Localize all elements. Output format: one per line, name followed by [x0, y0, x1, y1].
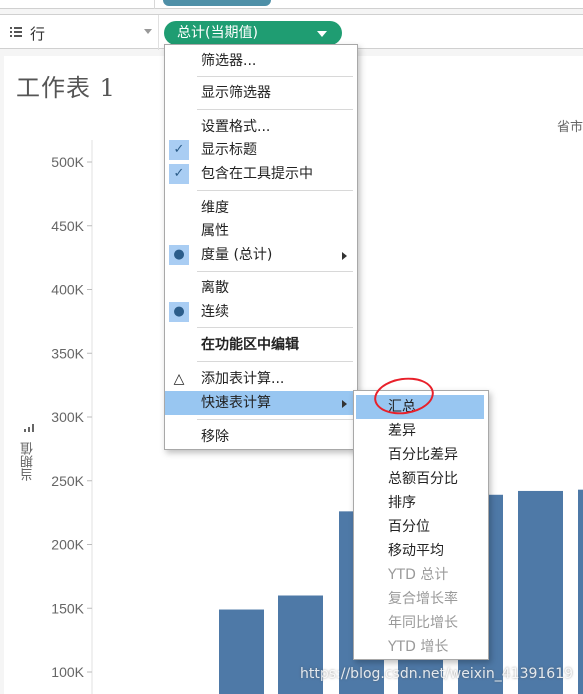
menu-item-label: 属性 [201, 223, 229, 239]
checkmark-icon: ✓ [169, 164, 189, 184]
menu-item-label: 显示筛选器 [201, 85, 271, 101]
submenu-item-label: 年同比增长 [388, 615, 458, 631]
submenu-item: YTD 总计 [354, 563, 488, 587]
y-tick-label: 500K [51, 154, 84, 170]
menu-separator [197, 109, 353, 110]
submenu-item[interactable]: 百分比差异 [354, 443, 488, 467]
y-tick-label: 250K [51, 473, 84, 489]
y-axis-title: 当期值 [21, 442, 36, 481]
menu-item[interactable]: ✓ 包含在工具提示中 [165, 162, 357, 186]
y-tick-label: 200K [51, 537, 84, 553]
submenu-item-label: YTD 总计 [388, 567, 449, 583]
menu-item-label: 度量 (总计) [201, 247, 273, 263]
submenu-item-label: 差异 [388, 423, 416, 439]
submenu-item: 复合增长率 [354, 587, 488, 611]
menu-item[interactable]: ✓ 显示标题 [165, 138, 357, 162]
menu-item[interactable]: △ 添加表计算... [165, 367, 357, 391]
menu-item-label: 快速表计算 [201, 395, 271, 411]
submenu-item-label: YTD 增长 [388, 639, 449, 655]
menu-separator [197, 327, 353, 328]
menu-item[interactable]: ● 连续 [165, 300, 357, 324]
menu-item[interactable]: ● 度量 (总计) [165, 243, 357, 267]
y-tick-label: 450K [51, 218, 84, 234]
submenu-arrow-icon [342, 400, 347, 408]
radio-dot-icon: ● [169, 245, 189, 265]
y-tick-label: 350K [51, 345, 84, 361]
bar[interactable] [219, 609, 264, 694]
menu-item[interactable]: 设置格式... [165, 115, 357, 139]
submenu-item: YTD 增长 [354, 635, 488, 659]
submenu-item[interactable]: 百分位 [354, 515, 488, 539]
y-tick-label: 150K [51, 600, 84, 616]
menu-item-label: 移除 [201, 429, 229, 445]
menu-item[interactable]: 离散 [165, 276, 357, 300]
menu-item-label: 设置格式... [201, 119, 271, 135]
menu-item-label: 筛选器... [201, 53, 257, 69]
pill-context-menu: 筛选器... 显示筛选器设置格式... ✓ 显示标题 ✓ 包含在工具提示中 维度属性 ● 度量 … [164, 44, 358, 450]
menu-item-label: 离散 [201, 280, 229, 296]
submenu-item[interactable]: 移动平均 [354, 539, 488, 563]
menu-separator [197, 361, 353, 362]
submenu-item[interactable]: 排序 [354, 491, 488, 515]
watermark: https://blog.csdn.net/weixin_41391619 [300, 666, 574, 682]
y-tick-label: 300K [51, 409, 84, 425]
submenu-item-label: 排序 [388, 495, 416, 511]
menu-item[interactable]: 移除 [165, 425, 357, 449]
submenu-item-label: 移动平均 [388, 543, 444, 559]
y-tick-label: 100K [51, 664, 84, 680]
menu-separator [197, 190, 353, 191]
quick-table-calc-submenu: 汇总 差异 百分比差异 总额百分比 排序 百分位 移动平均 YTD 总计 复合增长率 年同比增长 Y… [353, 390, 489, 660]
menu-item-label: 在功能区中编辑 [201, 337, 299, 353]
menu-item[interactable]: 在功能区中编辑 [165, 333, 357, 357]
submenu-item[interactable]: 差异 [354, 419, 488, 443]
menu-item-label: 添加表计算... [201, 371, 285, 387]
bar[interactable] [518, 490, 563, 694]
checkmark-icon: ✓ [169, 140, 189, 160]
axis-sort-icon[interactable] [24, 424, 34, 432]
menu-item[interactable]: 属性 [165, 219, 357, 243]
menu-item-label: 连续 [201, 304, 229, 320]
menu-item-label: 显示标题 [201, 142, 257, 158]
submenu-item-label: 百分比差异 [388, 447, 458, 463]
submenu-item-label: 百分位 [388, 519, 430, 535]
menu-item[interactable]: 快速表计算 [165, 391, 357, 415]
menu-separator [197, 76, 353, 77]
menu-item-label: 包含在工具提示中 [201, 166, 313, 182]
menu-item[interactable]: 显示筛选器 [165, 81, 357, 105]
radio-dot-icon: ● [169, 302, 189, 322]
menu-item[interactable]: 筛选器... [165, 49, 357, 73]
submenu-arrow-icon [342, 252, 347, 260]
submenu-item-label: 总额百分比 [388, 471, 458, 487]
submenu-item[interactable]: 总额百分比 [354, 467, 488, 491]
delta-icon: △ [173, 371, 185, 387]
menu-item[interactable]: 维度 [165, 196, 357, 220]
menu-separator [197, 419, 353, 420]
bar[interactable] [578, 489, 583, 694]
menu-separator [197, 271, 353, 272]
menu-item-label: 维度 [201, 200, 229, 216]
submenu-item-label: 复合增长率 [388, 591, 458, 607]
y-tick-label: 400K [51, 282, 84, 298]
submenu-item: 年同比增长 [354, 611, 488, 635]
